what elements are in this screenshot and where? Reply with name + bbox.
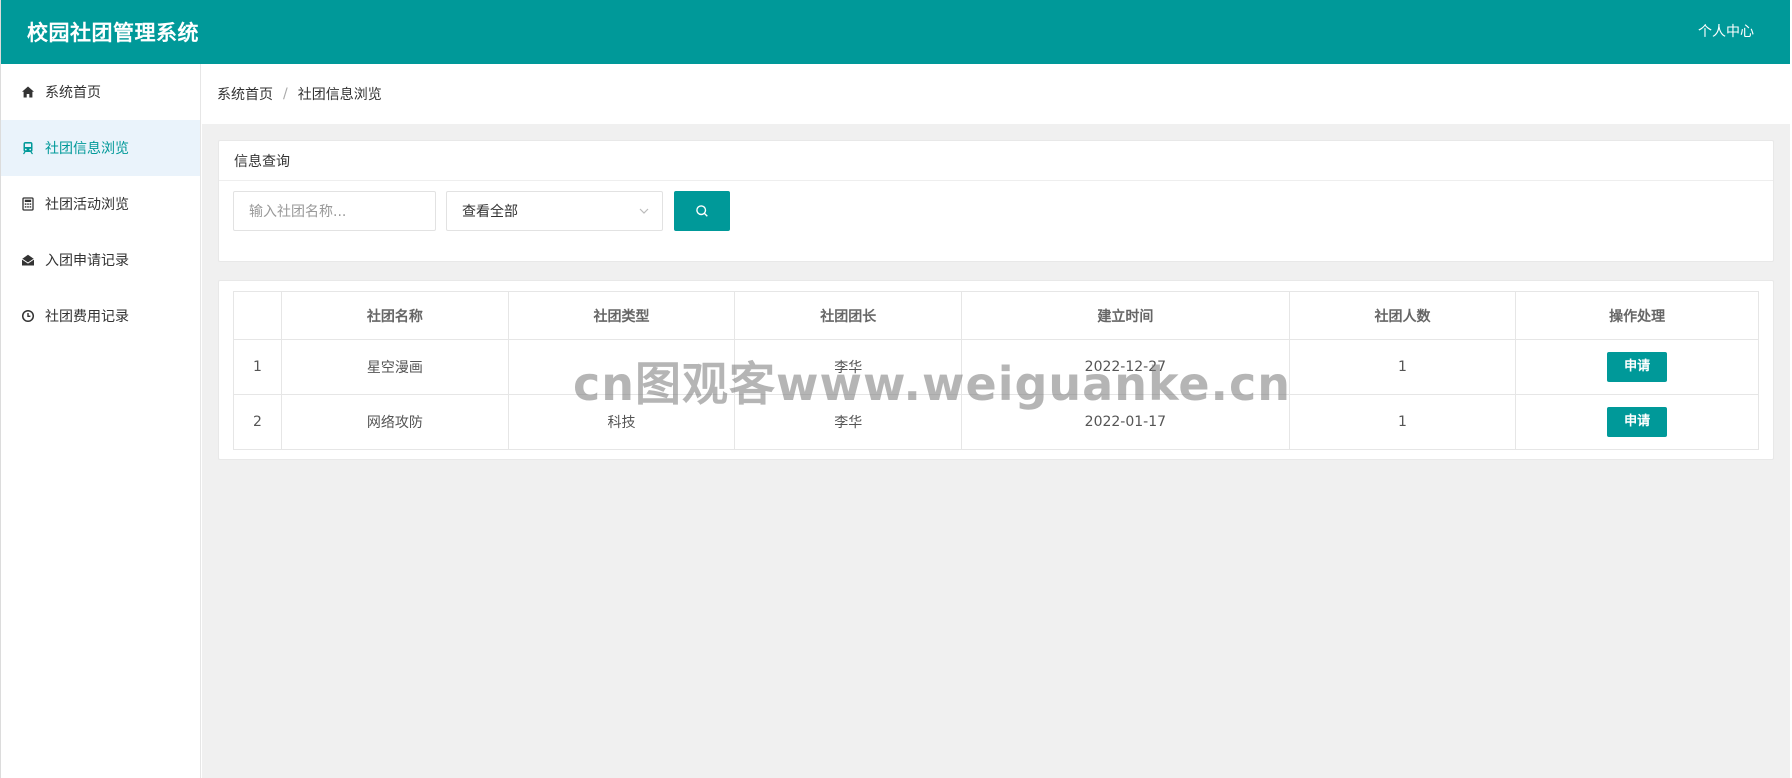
chevron-down-icon xyxy=(639,208,649,214)
breadcrumb-current: 社团信息浏览 xyxy=(297,87,382,103)
row-club-type: 科技 xyxy=(507,394,736,450)
calculator-icon xyxy=(21,197,35,211)
sidebar-item-label: 入团申请记录 xyxy=(45,253,129,269)
table-header-row: 社团名称 社团类型 社团团长 建立时间 社团人数 操作处理 xyxy=(233,291,1759,340)
column-header-index xyxy=(233,291,282,340)
user-center-link[interactable]: 个人中心 xyxy=(1698,21,1754,41)
club-name-search-input[interactable]: 输入社团名称... xyxy=(233,191,436,231)
breadcrumb-separator: / xyxy=(283,86,288,102)
row-club-name: 星空漫画 xyxy=(281,339,509,395)
sidebar-item-label: 系统首页 xyxy=(45,85,101,101)
club-type-select[interactable]: 查看全部 xyxy=(446,191,663,231)
home-icon xyxy=(21,85,35,99)
row-index: 2 xyxy=(233,394,282,450)
table-row: 2 网络攻防 科技 李华 2022-01-17 1 申请 xyxy=(233,394,1759,450)
sidebar-item-join-records[interactable]: 入团申请记录 xyxy=(1,232,200,288)
row-action-cell: 申请 xyxy=(1515,394,1759,450)
row-member-count: 1 xyxy=(1288,339,1517,395)
envelope-open-icon xyxy=(21,253,35,267)
apply-button[interactable]: 申请 xyxy=(1607,352,1668,382)
search-icon xyxy=(696,205,708,217)
sidebar-item-home[interactable]: 系统首页 xyxy=(1,64,200,120)
column-header-name: 社团名称 xyxy=(281,291,509,340)
query-panel-body: 输入社团名称... 查看全部 xyxy=(219,181,1773,262)
sidebar: 系统首页 社团信息浏览 社团活动浏览 入团申请记录 社团费用记录 xyxy=(1,64,201,778)
row-founded-date: 2022-01-17 xyxy=(961,394,1290,450)
breadcrumb: 系统首页 / 社团信息浏览 xyxy=(202,64,1790,124)
column-header-members: 社团人数 xyxy=(1288,291,1517,340)
apply-button[interactable]: 申请 xyxy=(1607,407,1668,437)
row-club-leader: 李华 xyxy=(734,394,963,450)
row-club-leader: 李华 xyxy=(734,339,963,395)
row-club-name: 网络攻防 xyxy=(281,394,509,450)
row-member-count: 1 xyxy=(1288,394,1517,450)
club-table: 社团名称 社团类型 社团团长 建立时间 社团人数 操作处理 1 星空漫画 李华 xyxy=(233,291,1759,450)
column-header-leader: 社团团长 xyxy=(734,291,963,340)
club-type-select-value: 查看全部 xyxy=(462,204,518,220)
row-founded-date: 2022-12-27 xyxy=(961,339,1290,395)
sidebar-item-club-activities[interactable]: 社团活动浏览 xyxy=(1,176,200,232)
sidebar-item-label: 社团活动浏览 xyxy=(45,197,129,213)
row-index: 1 xyxy=(233,339,282,395)
clock-icon xyxy=(21,309,35,323)
sidebar-item-fee-records[interactable]: 社团费用记录 xyxy=(1,288,200,344)
top-header: 校园社团管理系统 个人中心 xyxy=(1,0,1790,64)
column-header-type: 社团类型 xyxy=(507,291,736,340)
column-header-action: 操作处理 xyxy=(1515,291,1759,340)
query-panel-title: 信息查询 xyxy=(219,141,1773,181)
sidebar-item-label: 社团费用记录 xyxy=(45,309,129,325)
sidebar-item-club-info[interactable]: 社团信息浏览 xyxy=(1,120,200,176)
club-list-panel: 社团名称 社团类型 社团团长 建立时间 社团人数 操作处理 1 星空漫画 李华 xyxy=(218,280,1774,460)
app-frame: 校园社团管理系统 个人中心 系统首页 社团信息浏览 社团活动浏览 入团申请记录 … xyxy=(0,0,1790,778)
main-content: 系统首页 / 社团信息浏览 信息查询 输入社团名称... 查看全部 社团名称 社… xyxy=(202,64,1790,778)
table-row: 1 星空漫画 李华 2022-12-27 1 申请 xyxy=(233,339,1759,395)
train-icon xyxy=(21,141,35,155)
search-button[interactable] xyxy=(674,191,730,231)
column-header-date: 建立时间 xyxy=(961,291,1290,340)
row-action-cell: 申请 xyxy=(1515,339,1759,395)
query-panel: 信息查询 输入社团名称... 查看全部 xyxy=(218,140,1774,262)
sidebar-item-label: 社团信息浏览 xyxy=(45,141,129,157)
row-club-type xyxy=(507,339,736,395)
app-title: 校园社团管理系统 xyxy=(27,21,199,45)
breadcrumb-home[interactable]: 系统首页 xyxy=(217,84,273,104)
